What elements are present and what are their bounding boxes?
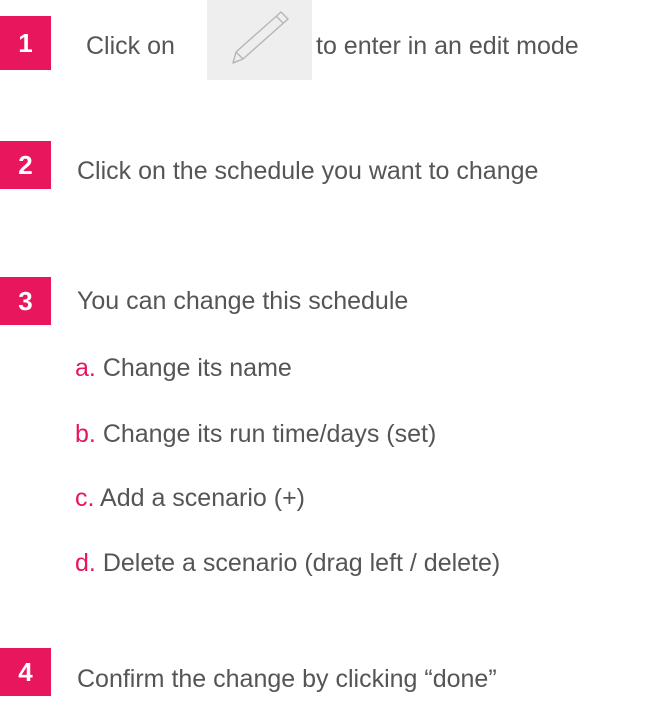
sub-item-text: Change its run time/days (set)	[102, 420, 437, 448]
step-3-sub-item-a: a. Change its name	[75, 353, 292, 383]
step-1-text-before: Click on	[86, 32, 175, 60]
sub-item-letter: b.	[75, 420, 96, 448]
step-1-badge: 1	[0, 16, 51, 70]
pencil-icon	[232, 11, 289, 64]
step-1-text-after: to enter in an edit mode	[316, 32, 579, 60]
step-3-sub-item-b: b. Change its run time/days (set)	[75, 419, 436, 449]
sub-item-letter: c.	[75, 484, 95, 512]
sub-item-text: Change its name	[102, 354, 292, 382]
step-3-badge: 3	[0, 277, 51, 325]
step-2-badge: 2	[0, 141, 51, 189]
pencil-icon-box[interactable]	[207, 0, 312, 80]
sub-item-letter: d.	[75, 549, 96, 577]
sub-item-letter: a.	[75, 354, 96, 382]
step-3-text: You can change this schedule	[77, 287, 409, 315]
step-4-badge: 4	[0, 648, 51, 696]
step-3-sub-item-d: d. Delete a scenario (drag left / delete…	[75, 548, 500, 578]
step-3-sub-item-c: c. Add a scenario (+)	[75, 483, 305, 513]
step-4-text: Confirm the change by clicking “done”	[77, 665, 497, 693]
sub-item-text: Add a scenario (+)	[100, 484, 305, 512]
sub-item-text: Delete a scenario (drag left / delete)	[102, 549, 501, 577]
step-2-text: Click on the schedule you want to change	[77, 157, 539, 185]
